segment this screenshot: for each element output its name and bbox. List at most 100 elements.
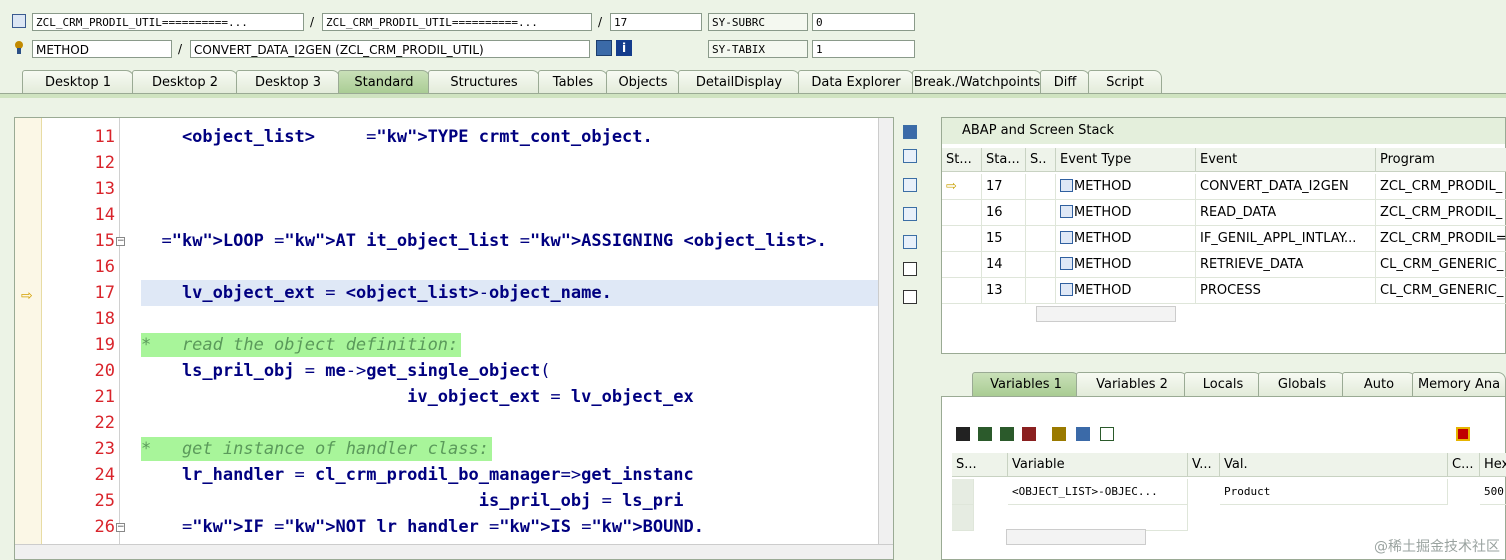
tab-auto[interactable]: Auto — [1342, 372, 1416, 396]
stack-program[interactable]: ZCL_CRM_PRODIL= — [1376, 226, 1506, 252]
tab-script[interactable]: Script — [1088, 70, 1162, 94]
load-table-icon[interactable] — [1000, 427, 1014, 441]
variable-input-empty[interactable] — [1008, 505, 1188, 531]
tab-locals[interactable]: Locals — [1184, 372, 1262, 396]
stack-marker-cell[interactable] — [942, 226, 982, 252]
tab-memory-ana[interactable]: Memory Ana — [1412, 372, 1506, 396]
stack-event-type[interactable]: METHOD — [1056, 174, 1196, 200]
network-icon[interactable] — [903, 290, 917, 304]
sysvar-tabix-value[interactable]: 1 — [812, 40, 915, 58]
tab-globals[interactable]: Globals — [1258, 372, 1346, 396]
variable-name[interactable]: <OBJECT_LIST>-OBJEC... — [1008, 479, 1188, 505]
stack-event-type[interactable]: METHOD — [1056, 252, 1196, 278]
variable-hex[interactable]: 500 — [1480, 479, 1506, 505]
tab-data-explorer[interactable]: Data Explorer — [798, 70, 914, 94]
variable-value[interactable]: Product — [1220, 479, 1448, 505]
save-icon[interactable] — [1456, 427, 1470, 441]
stack-level[interactable]: 14 — [982, 252, 1026, 278]
stack-col-header[interactable]: Event — [1196, 148, 1376, 172]
tab-desktop-3[interactable]: Desktop 3 — [236, 70, 340, 94]
variables-col-header[interactable]: Hex — [1480, 453, 1506, 477]
info-icon[interactable]: i — [616, 40, 632, 56]
stack-col-header[interactable]: S.. — [1026, 148, 1056, 172]
fold-toggle-icon[interactable]: − — [116, 237, 125, 246]
stack-level[interactable]: 13 — [982, 278, 1026, 304]
stack-event[interactable]: CONVERT_DATA_I2GEN — [1196, 174, 1376, 200]
stack-event[interactable]: READ_DATA — [1196, 200, 1376, 226]
stack-col-header[interactable]: Event Type — [1056, 148, 1196, 172]
editor-vertical-scrollbar[interactable] — [878, 118, 893, 559]
stack-s-cell[interactable] — [1026, 252, 1056, 278]
type-field[interactable]: METHOD — [32, 40, 172, 58]
tab-tables[interactable]: Tables — [538, 70, 608, 94]
tab-standard[interactable]: Standard — [338, 70, 430, 94]
variables-col-header[interactable]: Val. — [1220, 453, 1448, 477]
sysvar-tabix-label[interactable]: SY-TABIX — [708, 40, 808, 58]
tab-variables-2[interactable]: Variables 2 — [1076, 372, 1188, 396]
tab-diff[interactable]: Diff — [1040, 70, 1090, 94]
stack-marker-cell[interactable] — [942, 278, 982, 304]
window-icon[interactable] — [1100, 427, 1114, 441]
stack-event[interactable]: IF_GENIL_APPL_INTLAY... — [1196, 226, 1376, 252]
tab-objects[interactable]: Objects — [606, 70, 680, 94]
sysvar-subrc-label[interactable]: SY-SUBRC — [708, 13, 808, 31]
tab-detaildisplay[interactable]: DetailDisplay — [678, 70, 800, 94]
stack-horizontal-scrollbar[interactable] — [1036, 306, 1176, 322]
variables-col-header[interactable]: V... — [1188, 453, 1220, 477]
variables-col-header[interactable]: C... — [1448, 453, 1480, 477]
stack-program[interactable]: ZCL_CRM_PRODIL_ — [1376, 174, 1506, 200]
code-line[interactable]: lv_object_ext = <object_list>-object_nam… — [141, 280, 612, 306]
stack-marker-cell[interactable] — [942, 252, 982, 278]
code-line[interactable]: ls_pril_obj = me->get_single_object( — [141, 358, 551, 384]
stack-program[interactable]: CL_CRM_GENERIC_ — [1376, 252, 1506, 278]
code-line[interactable]: ="kw">LOOP ="kw">AT it_object_list ="kw"… — [141, 228, 826, 254]
variables-horizontal-scrollbar[interactable] — [1006, 529, 1146, 545]
code-line[interactable]: lr_handler = cl_crm_prodil_bo_manager=>g… — [141, 462, 694, 488]
stack-s-cell[interactable] — [1026, 174, 1056, 200]
fold-toggle-icon[interactable]: − — [116, 523, 125, 532]
stack-program[interactable]: CL_CRM_GENERIC_ — [1376, 278, 1506, 304]
display-source-icon[interactable] — [596, 40, 612, 56]
variables-col-header[interactable]: Variable — [1008, 453, 1188, 477]
code-line[interactable]: * read the object definition: — [141, 332, 458, 358]
fullscreen-icon[interactable] — [903, 207, 917, 221]
layout-icon[interactable] — [903, 178, 917, 192]
tab-desktop-1[interactable]: Desktop 1 — [22, 70, 134, 94]
line-field[interactable]: 17 — [610, 13, 702, 31]
tab-desktop-2[interactable]: Desktop 2 — [132, 70, 238, 94]
include-field[interactable]: ZCL_CRM_PRODIL_UTIL==========... — [322, 13, 592, 31]
code-line[interactable]: ="kw">IF ="kw">NOT lr handler ="kw">IS =… — [141, 514, 704, 540]
stack-event[interactable]: PROCESS — [1196, 278, 1376, 304]
editor-horizontal-scrollbar[interactable] — [15, 544, 893, 559]
stack-s-cell[interactable] — [1026, 278, 1056, 304]
code-line[interactable]: iv_object_ext = lv_object_ex — [141, 384, 694, 410]
tab-variables-1[interactable]: Variables 1 — [972, 372, 1080, 396]
stack-event[interactable]: RETRIEVE_DATA — [1196, 252, 1376, 278]
stack-s-cell[interactable] — [1026, 226, 1056, 252]
sort-icon[interactable] — [1052, 427, 1066, 441]
stack-col-header[interactable]: St... — [942, 148, 982, 172]
width-icon[interactable] — [903, 235, 917, 249]
delete-icon[interactable] — [956, 427, 970, 441]
stack-program[interactable]: ZCL_CRM_PRODIL_ — [1376, 200, 1506, 226]
code-line[interactable]: is_pril_obj = ls_pri — [141, 488, 684, 514]
swap-icon[interactable] — [1076, 427, 1090, 441]
stack-level[interactable]: 17 — [982, 174, 1026, 200]
row-selector[interactable] — [952, 505, 974, 531]
source-editor[interactable]: 11 <object_list> ="kw">TYPE crmt_cont_ob… — [14, 117, 894, 560]
stack-col-header[interactable]: Program — [1376, 148, 1506, 172]
stack-event-type[interactable]: METHOD — [1056, 200, 1196, 226]
stack-col-header[interactable]: Sta... — [982, 148, 1026, 172]
code-line[interactable]: <object_list> ="kw">TYPE crmt_cont_objec… — [141, 124, 653, 150]
stack-level[interactable]: 15 — [982, 226, 1026, 252]
breakpoint-gutter[interactable] — [15, 118, 42, 559]
save-table-icon[interactable] — [978, 427, 992, 441]
headphones-icon[interactable] — [903, 262, 917, 276]
export-icon[interactable] — [1022, 427, 1036, 441]
stack-level[interactable]: 16 — [982, 200, 1026, 226]
row-selector[interactable] — [952, 479, 974, 505]
close-icon[interactable] — [903, 125, 917, 139]
tab-break-watchpoints[interactable]: Break./Watchpoints — [912, 70, 1042, 94]
event-field[interactable]: CONVERT_DATA_I2GEN (ZCL_CRM_PRODIL_UTIL) — [190, 40, 590, 58]
code-line[interactable]: * get instance of handler class: — [141, 436, 489, 462]
